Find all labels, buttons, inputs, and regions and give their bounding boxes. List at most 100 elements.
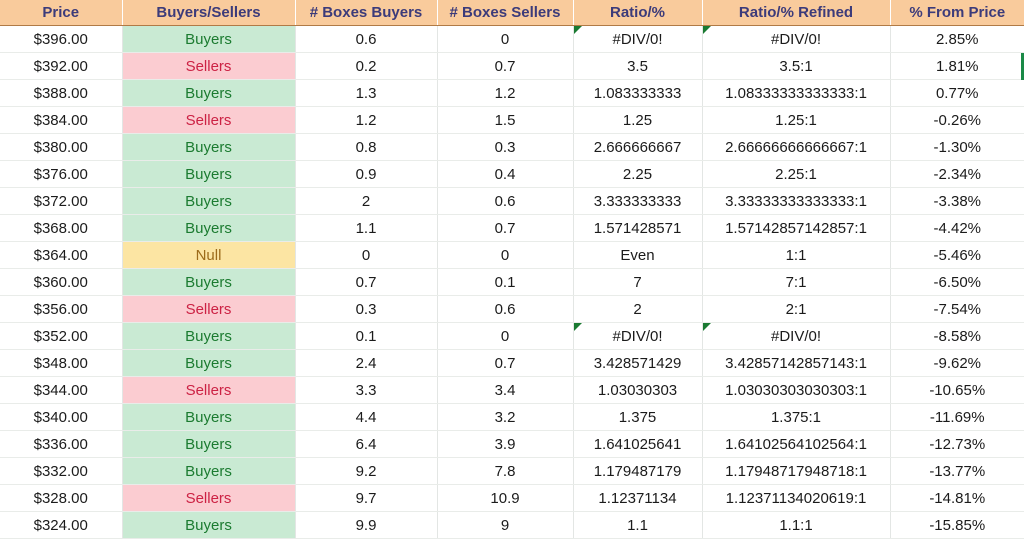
cell-boxsell[interactable]: 0 (437, 25, 574, 53)
cell-price[interactable]: $392.00 (0, 52, 123, 80)
cell-boxbuy[interactable]: 1.3 (295, 79, 438, 107)
cell-fromprice[interactable]: -2.34% (890, 160, 1024, 188)
cell-price[interactable]: $384.00 (0, 106, 123, 134)
cell-boxsell[interactable]: 0.3 (437, 133, 574, 161)
cell-price[interactable]: $388.00 (0, 79, 123, 107)
cell-boxsell[interactable]: 1.2 (437, 79, 574, 107)
cell-price[interactable]: $356.00 (0, 295, 123, 323)
cell-ratioref[interactable]: 1.57142857142857:1 (702, 214, 891, 242)
cell-fromprice[interactable]: -7.54% (890, 295, 1024, 323)
cell-fromprice[interactable]: -4.42% (890, 214, 1024, 242)
cell-side[interactable]: Buyers (122, 187, 296, 215)
cell-fromprice[interactable]: 1.81% (890, 52, 1024, 80)
cell-fromprice[interactable]: -12.73% (890, 430, 1024, 458)
cell-price[interactable]: $340.00 (0, 403, 123, 431)
cell-ratio[interactable]: Even (573, 241, 703, 269)
cell-fromprice[interactable]: -15.85% (890, 511, 1024, 539)
cell-boxbuy[interactable]: 0.9 (295, 160, 438, 188)
cell-ratio[interactable]: 1.179487179 (573, 457, 703, 485)
cell-boxbuy[interactable]: 1.2 (295, 106, 438, 134)
spreadsheet-grid[interactable]: Price Buyers/Sellers # Boxes Buyers # Bo… (0, 0, 1024, 539)
cell-boxbuy[interactable]: 9.7 (295, 484, 438, 512)
cell-boxbuy[interactable]: 0.1 (295, 322, 438, 350)
cell-boxsell[interactable]: 3.4 (437, 376, 574, 404)
cell-side[interactable]: Buyers (122, 214, 296, 242)
cell-ratioref[interactable]: #DIV/0! (702, 25, 891, 53)
cell-fromprice[interactable]: -0.26% (890, 106, 1024, 134)
cell-side[interactable]: Sellers (122, 106, 296, 134)
cell-ratioref[interactable]: 1.25:1 (702, 106, 891, 134)
column-header-ratio[interactable]: Ratio/% (573, 0, 703, 26)
cell-ratio[interactable]: 1.25 (573, 106, 703, 134)
cell-boxsell[interactable]: 0.4 (437, 160, 574, 188)
cell-ratio[interactable]: 1.571428571 (573, 214, 703, 242)
cell-ratio[interactable]: 2.666666667 (573, 133, 703, 161)
cell-boxbuy[interactable]: 0 (295, 241, 438, 269)
cell-ratioref[interactable]: 1.17948717948718:1 (702, 457, 891, 485)
cell-side[interactable]: Buyers (122, 403, 296, 431)
cell-boxsell[interactable]: 3.9 (437, 430, 574, 458)
cell-ratio[interactable]: 1.375 (573, 403, 703, 431)
cell-side[interactable]: Buyers (122, 79, 296, 107)
cell-boxsell[interactable]: 7.8 (437, 457, 574, 485)
cell-ratioref[interactable]: #DIV/0! (702, 322, 891, 350)
cell-price[interactable]: $328.00 (0, 484, 123, 512)
cell-fromprice[interactable]: -9.62% (890, 349, 1024, 377)
cell-fromprice[interactable]: -5.46% (890, 241, 1024, 269)
cell-side[interactable]: Buyers (122, 133, 296, 161)
cell-boxsell[interactable]: 0.1 (437, 268, 574, 296)
column-header-ratioref[interactable]: Ratio/% Refined (702, 0, 891, 26)
cell-fromprice[interactable]: -11.69% (890, 403, 1024, 431)
cell-side[interactable]: Null (122, 241, 296, 269)
cell-price[interactable]: $376.00 (0, 160, 123, 188)
cell-ratioref[interactable]: 3.5:1 (702, 52, 891, 80)
cell-fromprice[interactable]: 2.85% (890, 25, 1024, 53)
cell-ratioref[interactable]: 2:1 (702, 295, 891, 323)
cell-price[interactable]: $360.00 (0, 268, 123, 296)
cell-fromprice[interactable]: 0.77% (890, 79, 1024, 107)
cell-boxbuy[interactable]: 1.1 (295, 214, 438, 242)
cell-ratioref[interactable]: 1.12371134020619:1 (702, 484, 891, 512)
cell-ratioref[interactable]: 3.33333333333333:1 (702, 187, 891, 215)
cell-fromprice[interactable]: -6.50% (890, 268, 1024, 296)
cell-side[interactable]: Buyers (122, 430, 296, 458)
cell-price[interactable]: $332.00 (0, 457, 123, 485)
column-header-fromprice[interactable]: % From Price (890, 0, 1024, 26)
cell-ratioref[interactable]: 1.64102564102564:1 (702, 430, 891, 458)
cell-price[interactable]: $352.00 (0, 322, 123, 350)
cell-side[interactable]: Buyers (122, 349, 296, 377)
cell-price[interactable]: $344.00 (0, 376, 123, 404)
cell-ratio[interactable]: 2.25 (573, 160, 703, 188)
cell-ratio[interactable]: 1.083333333 (573, 79, 703, 107)
cell-fromprice[interactable]: -8.58% (890, 322, 1024, 350)
cell-ratio[interactable]: 3.5 (573, 52, 703, 80)
cell-side[interactable]: Buyers (122, 457, 296, 485)
cell-side[interactable]: Sellers (122, 376, 296, 404)
cell-boxsell[interactable]: 10.9 (437, 484, 574, 512)
cell-ratioref[interactable]: 2.66666666666667:1 (702, 133, 891, 161)
column-header-boxbuy[interactable]: # Boxes Buyers (295, 0, 438, 26)
cell-ratio[interactable]: 1.641025641 (573, 430, 703, 458)
cell-ratioref[interactable]: 2.25:1 (702, 160, 891, 188)
column-header-boxsell[interactable]: # Boxes Sellers (437, 0, 574, 26)
cell-ratio[interactable]: 1.1 (573, 511, 703, 539)
cell-side[interactable]: Buyers (122, 322, 296, 350)
cell-boxsell[interactable]: 0.7 (437, 349, 574, 377)
cell-boxbuy[interactable]: 3.3 (295, 376, 438, 404)
cell-ratioref[interactable]: 1.1:1 (702, 511, 891, 539)
cell-boxbuy[interactable]: 0.7 (295, 268, 438, 296)
cell-boxbuy[interactable]: 9.9 (295, 511, 438, 539)
cell-price[interactable]: $372.00 (0, 187, 123, 215)
cell-ratioref[interactable]: 1.03030303030303:1 (702, 376, 891, 404)
cell-fromprice[interactable]: -1.30% (890, 133, 1024, 161)
cell-side[interactable]: Buyers (122, 160, 296, 188)
column-header-price[interactable]: Price (0, 0, 123, 26)
cell-price[interactable]: $368.00 (0, 214, 123, 242)
cell-price[interactable]: $396.00 (0, 25, 123, 53)
cell-price[interactable]: $348.00 (0, 349, 123, 377)
cell-boxbuy[interactable]: 4.4 (295, 403, 438, 431)
cell-boxbuy[interactable]: 0.3 (295, 295, 438, 323)
cell-boxbuy[interactable]: 6.4 (295, 430, 438, 458)
cell-boxsell[interactable]: 0 (437, 322, 574, 350)
cell-ratio[interactable]: 2 (573, 295, 703, 323)
